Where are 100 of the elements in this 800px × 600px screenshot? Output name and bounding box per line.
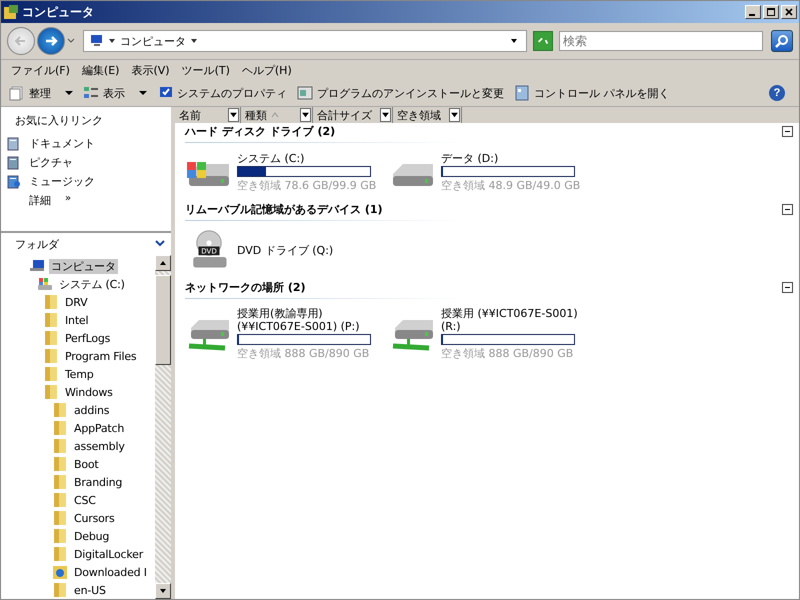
- history-caret-icon[interactable]: [67, 38, 75, 44]
- free-space-text: 空き領域 888 GB/890 GB: [237, 346, 370, 361]
- control-panel-icon: [514, 85, 530, 101]
- tree-item[interactable]: Intel: [63, 314, 90, 326]
- tree-item[interactable]: assembly: [72, 440, 127, 452]
- views-icon: [83, 85, 99, 101]
- free-space-text: 空き領域 48.9 GB/49.0 GB: [441, 178, 580, 192]
- folders-header[interactable]: フォルダ: [1, 233, 171, 255]
- tree-item[interactable]: DRV: [63, 296, 90, 308]
- caret-icon: [108, 38, 116, 44]
- up-arrow-icon: [159, 260, 167, 266]
- folder-icon: [43, 348, 59, 364]
- folder-icon: [52, 510, 68, 526]
- group-heading: リムーバブル記憶域があるデバイス (1): [185, 202, 383, 216]
- tree-item[interactable]: コンピュータ: [49, 258, 118, 274]
- collapse-button[interactable]: [782, 204, 793, 214]
- help-button[interactable]: ?: [769, 85, 785, 101]
- tree-item[interactable]: Debug: [72, 530, 112, 542]
- minimize-button[interactable]: [745, 5, 761, 19]
- folder-icon: [52, 546, 68, 562]
- collapse-button[interactable]: [782, 126, 793, 136]
- drive-name[interactable]: 授業用 (¥¥ICT067E-S001) (R:): [441, 307, 578, 333]
- menu-item[interactable]: 表示(V): [131, 62, 170, 78]
- computer-folder-icon: [3, 4, 19, 20]
- tree-item[interactable]: システム (C:): [57, 276, 127, 292]
- toolbar-button[interactable]: 表示: [83, 85, 147, 101]
- sort-up-icon: [271, 112, 279, 118]
- menu-item[interactable]: 編集(E): [82, 62, 120, 78]
- web-folder-icon: [52, 564, 68, 580]
- menu-item[interactable]: ファイル(F): [11, 62, 70, 78]
- tree-item[interactable]: Cursors: [72, 512, 116, 524]
- folder-icon: [52, 474, 68, 490]
- collapse-button[interactable]: [782, 282, 793, 292]
- free-space-text: 空き領域 888 GB/890 GB: [441, 346, 574, 361]
- folder-icon: [52, 528, 68, 544]
- tree-item[interactable]: Boot: [72, 458, 101, 470]
- column-header[interactable]: 空き領域: [393, 107, 462, 123]
- tree-item[interactable]: Downloaded I: [72, 566, 149, 578]
- tree-item[interactable]: en-US: [72, 584, 108, 596]
- tree-item[interactable]: Program Files: [63, 350, 138, 362]
- favorite-link[interactable]: ドキュメント: [7, 136, 171, 151]
- maximize-button[interactable]: [763, 5, 779, 19]
- drive-name[interactable]: DVD ドライブ (Q:): [237, 244, 334, 256]
- free-space-text: 空き領域 78.6 GB/99.9 GB: [237, 178, 376, 192]
- folder-icon: [52, 420, 68, 436]
- folder-icon: [43, 330, 59, 346]
- group-heading: ネットワークの場所 (2): [185, 280, 306, 294]
- refresh-button[interactable]: [533, 31, 553, 51]
- folder-icon: [52, 438, 68, 454]
- drive-name[interactable]: データ (D:): [441, 152, 580, 164]
- favorite-link[interactable]: ピクチャ: [7, 155, 171, 170]
- maximize-icon: [765, 7, 777, 17]
- folder-icon: [43, 312, 59, 328]
- dropdown-caret-icon[interactable]: [510, 38, 518, 44]
- folder-icon: [43, 384, 59, 400]
- favorites-title: お気に入りリンク: [15, 113, 104, 128]
- picture-document-icon: [7, 156, 21, 170]
- windows-drive-icon: [37, 276, 53, 292]
- column-header[interactable]: 種類: [241, 107, 313, 123]
- more-link[interactable]: 詳細 »: [29, 193, 171, 208]
- folder-icon: [52, 456, 68, 472]
- computer-icon: [29, 258, 45, 274]
- pages-icon: [9, 85, 25, 101]
- back-button[interactable]: [7, 27, 35, 55]
- tree-item[interactable]: addins: [72, 404, 112, 416]
- tree-item[interactable]: DigitalLocker: [72, 548, 146, 560]
- column-header[interactable]: 合計サイズ: [313, 107, 393, 123]
- favorite-link[interactable]: ミュージック: [7, 174, 171, 189]
- search-button[interactable]: [771, 30, 793, 52]
- scrollbar[interactable]: [155, 255, 171, 599]
- folder-icon: [52, 492, 68, 508]
- drive-name[interactable]: システム (C:): [237, 152, 376, 164]
- chevron-down-icon: [155, 240, 165, 248]
- menu-item[interactable]: ツール(T): [182, 62, 230, 78]
- search-icon: [774, 33, 790, 49]
- tree-item[interactable]: Temp: [63, 368, 96, 380]
- tree-item[interactable]: Branding: [72, 476, 124, 488]
- toolbar-button[interactable]: 整理: [9, 85, 73, 101]
- tree-item[interactable]: AppPatch: [72, 422, 126, 434]
- tree-item[interactable]: Windows: [63, 386, 115, 398]
- close-button[interactable]: [781, 5, 797, 19]
- folder-icon: [43, 294, 59, 310]
- folder-icon: [52, 402, 68, 418]
- drive-name[interactable]: 授業用(教諭専用) (¥¥ICT067E-S001) (P:): [237, 307, 371, 333]
- close-icon: [783, 7, 795, 17]
- address-bar[interactable]: コンピュータ: [83, 30, 527, 52]
- music-document-icon: [7, 174, 21, 188]
- down-arrow-icon: [159, 588, 167, 594]
- toolbar-button[interactable]: プログラムのアンインストールと変更: [297, 85, 504, 101]
- search-field[interactable]: 検索: [559, 31, 763, 51]
- column-header[interactable]: 名前: [175, 107, 241, 123]
- document-icon: [7, 136, 21, 150]
- tree-item[interactable]: CSC: [72, 494, 98, 506]
- address-path: コンピュータ: [120, 34, 186, 48]
- tree-item[interactable]: PerfLogs: [63, 332, 112, 344]
- toolbar-button[interactable]: コントロール パネルを開く: [514, 85, 670, 101]
- menu-item[interactable]: ヘルプ(H): [242, 62, 292, 78]
- window-title: コンピュータ: [22, 4, 94, 20]
- forward-button[interactable]: [37, 27, 65, 55]
- toolbar-button[interactable]: システムのプロパティ: [157, 85, 287, 101]
